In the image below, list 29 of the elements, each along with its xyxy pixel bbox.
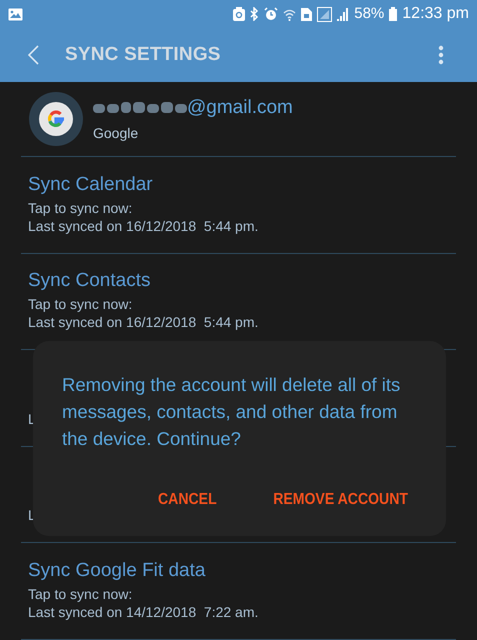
last-synced: Last synced on 16/12/2018 5:44 pm. [28,313,260,332]
sim-card-icon [301,7,312,21]
dialog-button[interactable]: CANCEL [149,482,226,518]
sync-title: Sync Calendar [28,172,154,197]
account-email: @gmail.com [187,96,293,120]
sync-title: Sync Google Fit data [28,558,206,583]
sync-status: Tap to sync now: [28,295,134,314]
dialog-button[interactable]: REMOVE ACCOUNT [264,482,417,518]
account-provider: Google [93,124,140,144]
google-logo-icon [29,92,83,146]
last-synced: Last synced on 16/12/2018 5:44 pm. [28,216,260,235]
signal-bars-icon [337,8,350,20]
sync-status: Tap to sync now: [28,584,134,603]
battery-icon [389,7,398,21]
last-synced: Last synced on 14/12/2018 7:22 am. [28,602,260,621]
image-icon [8,8,23,20]
screen-title: SYNC SETTINGS [65,42,222,67]
sync-status: Tap to sync now: [28,198,134,217]
sync-title: Sync Contacts [28,269,152,294]
alarm-icon [264,7,278,21]
bluetooth-icon [250,7,260,21]
sync-item[interactable]: Sync Google Fit data Tap to sync now: Last synced on 14/12/2018 7:22 am. [21,543,456,640]
signal-icon [317,6,332,22]
more-options-icon [438,45,444,65]
clock-time: 12:33 pm [402,4,469,24]
sync-item[interactable]: Sync Calendar Tap to sync now: Last synced on 16/12/2018 5:44 pm. [21,157,456,254]
battery-percentage: 58% [354,4,384,24]
dialog-message: Removing the account will delete all of its messages, contacts, and other data from the device. Continue? [62,373,402,451]
wifi-icon [283,8,296,20]
